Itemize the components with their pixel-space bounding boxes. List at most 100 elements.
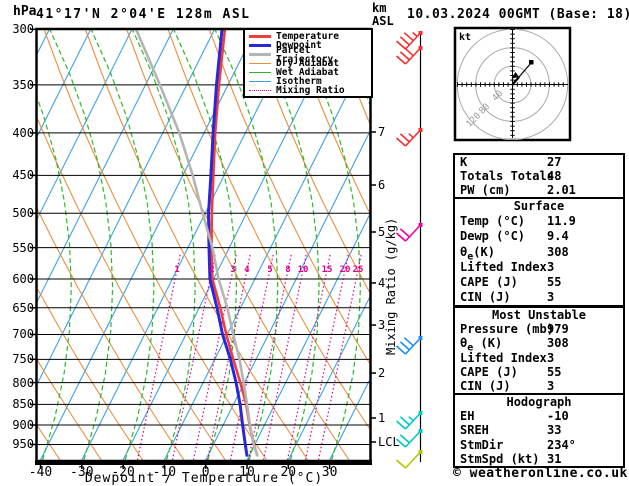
row-label: CIN (J)	[460, 290, 511, 305]
pressure-tick-label: 500	[12, 206, 34, 221]
km-tick-label: 7	[378, 125, 386, 139]
mixing-ratio-value-label: 1	[174, 265, 180, 275]
row-value: 55	[547, 274, 562, 289]
km-tick-label: 5	[378, 225, 386, 239]
legend-item: Mixing Ratio	[249, 86, 367, 95]
km-tick-label: 2	[378, 366, 386, 380]
row-label: Lifted Index	[460, 259, 547, 274]
dewpoint-curve	[207, 30, 249, 457]
legend-swatch-dry-adiabat	[249, 63, 271, 64]
stats-table: K 27 Totals Totals 48 PW (cm) 2.01	[453, 153, 625, 200]
table-row: CIN (J) 3	[455, 379, 623, 393]
skewt-sounding-page: 40 80 120 kt hPa 41°17'N 2°04'E 128m ASL km…	[0, 0, 629, 486]
pressure-tick-label: 350	[12, 77, 34, 92]
chart-legend: Temperature Dewpoint Parcel Trajectory Dry …	[243, 28, 373, 98]
hodograph-unit-label: kt	[459, 32, 471, 43]
mixing-ratio-value-label: 3	[230, 265, 236, 275]
surface-table: Surface Temp (°C) 11.9 Dewp (°C) 9.4 θe(K) 308…	[453, 197, 625, 308]
table-row: Temp (°C) 11.9	[455, 214, 623, 229]
row-value: 9.4	[547, 229, 569, 244]
km-tick-label: 3	[378, 318, 386, 332]
table-row: θe (K) 308	[455, 336, 623, 354]
pressure-tick-label: 700	[12, 327, 34, 342]
temp-tick-label: 0	[201, 465, 210, 480]
mixing-ratio-value-label: 5	[267, 265, 273, 275]
pressure-tick-label: 600	[12, 271, 34, 286]
temp-tick-label: -10	[152, 465, 177, 480]
table-row: EH -10	[455, 409, 623, 423]
table-title: Surface	[513, 199, 565, 213]
pressure-tick-label: 950	[12, 437, 34, 452]
km-tick-label: 6	[378, 178, 386, 192]
row-label: EH	[460, 409, 475, 424]
legend-swatch-isotherm	[249, 81, 271, 82]
pressure-tick-label: 900	[12, 418, 34, 433]
table-row: Pressure (mb) 979	[455, 322, 623, 336]
altitude-axis-unit-asl: ASL	[372, 14, 394, 28]
row-label: K	[460, 155, 468, 169]
row-label: Totals Totals	[460, 169, 554, 184]
temp-tick-label: 30	[321, 465, 338, 480]
row-label: CAPE (J)	[460, 274, 518, 289]
mixing-ratio-line	[262, 252, 308, 460]
row-label: CIN (J)	[460, 378, 511, 393]
row-label: Dewp (°C)	[460, 229, 526, 244]
mixing-ratio-line	[304, 252, 350, 460]
pressure-axis-unit: hPa	[13, 4, 37, 19]
km-tick-label: 4	[378, 276, 386, 290]
wind-barb	[395, 128, 423, 147]
row-label: θe (K)	[460, 336, 503, 354]
row-label: Lifted Index	[460, 350, 547, 365]
row-label: CAPE (J)	[460, 364, 518, 379]
table-row: Lifted Index 3	[455, 351, 623, 365]
row-value: 2.01	[547, 183, 576, 198]
table-title: Hodograph	[506, 395, 572, 409]
row-label: θe(K)	[460, 244, 495, 262]
pressure-tick-label: 850	[12, 397, 34, 412]
temp-tick-label: 20	[280, 465, 297, 480]
run-date: 10.03.2024 00GMT (Base: 18)	[407, 7, 629, 22]
wind-barb	[395, 429, 423, 448]
row-label: Temp (°C)	[460, 214, 526, 229]
table-row: CAPE (J) 55	[455, 365, 623, 379]
hodograph-table: Hodograph EH -10 SREH 33 StmDir 234° StmSpd (kt…	[453, 393, 625, 468]
row-label: StmDir	[460, 437, 504, 452]
row-value: 979	[547, 322, 569, 337]
credit-footer: © weatheronline.co.uk	[453, 466, 628, 481]
most-unstable-table: Most Unstable Pressure (mb) 979 θe (K) 308 Li…	[453, 306, 625, 396]
temp-tick-label: -30	[70, 465, 94, 480]
table-row: PW (cm) 2.01	[455, 183, 623, 197]
row-label: Pressure (mb)	[460, 322, 554, 337]
page-title: 41°17'N 2°04'E 128m ASL	[36, 7, 251, 22]
pressure-tick-label: 550	[12, 240, 34, 255]
pressure-tick-label: 400	[12, 125, 34, 140]
wind-barb-column	[395, 31, 423, 469]
isotherm-line	[40, 30, 256, 460]
lcl-label: LCL	[378, 435, 400, 449]
pressure-tick-label: 300	[12, 22, 34, 37]
mixing-ratio-value-label: 8	[285, 265, 291, 275]
row-value: 11.9	[547, 214, 576, 229]
table-row: θe(K) 308	[455, 244, 623, 262]
temp-tick-label: 10	[239, 465, 255, 480]
temp-tick-label: -40	[28, 465, 53, 480]
row-value: 55	[547, 364, 562, 379]
mixing-ratio-value-label: 4	[244, 265, 250, 275]
legend-swatch-temperature	[249, 35, 271, 38]
pressure-tick-label: 800	[12, 375, 34, 390]
wind-barb	[395, 223, 423, 242]
row-value: 3	[547, 350, 555, 365]
mixing-ratio-line	[247, 252, 293, 460]
mixing-ratio-value-label: 2	[209, 265, 215, 275]
wind-barb	[395, 46, 423, 65]
row-value: 48	[547, 169, 562, 184]
row-value: 308	[547, 336, 569, 351]
table-row: StmSpd (kt) 31	[455, 452, 623, 466]
row-value: 3	[547, 378, 555, 393]
legend-label: Mixing Ratio	[276, 85, 345, 96]
table-row: SREH 33	[455, 423, 623, 437]
mixing-ratio-value-label: 10	[297, 265, 309, 275]
table-row: CAPE (J) 55	[455, 275, 623, 290]
legend-swatch-parcel-trajectory	[249, 53, 271, 56]
pressure-tick-label: 450	[12, 168, 34, 183]
